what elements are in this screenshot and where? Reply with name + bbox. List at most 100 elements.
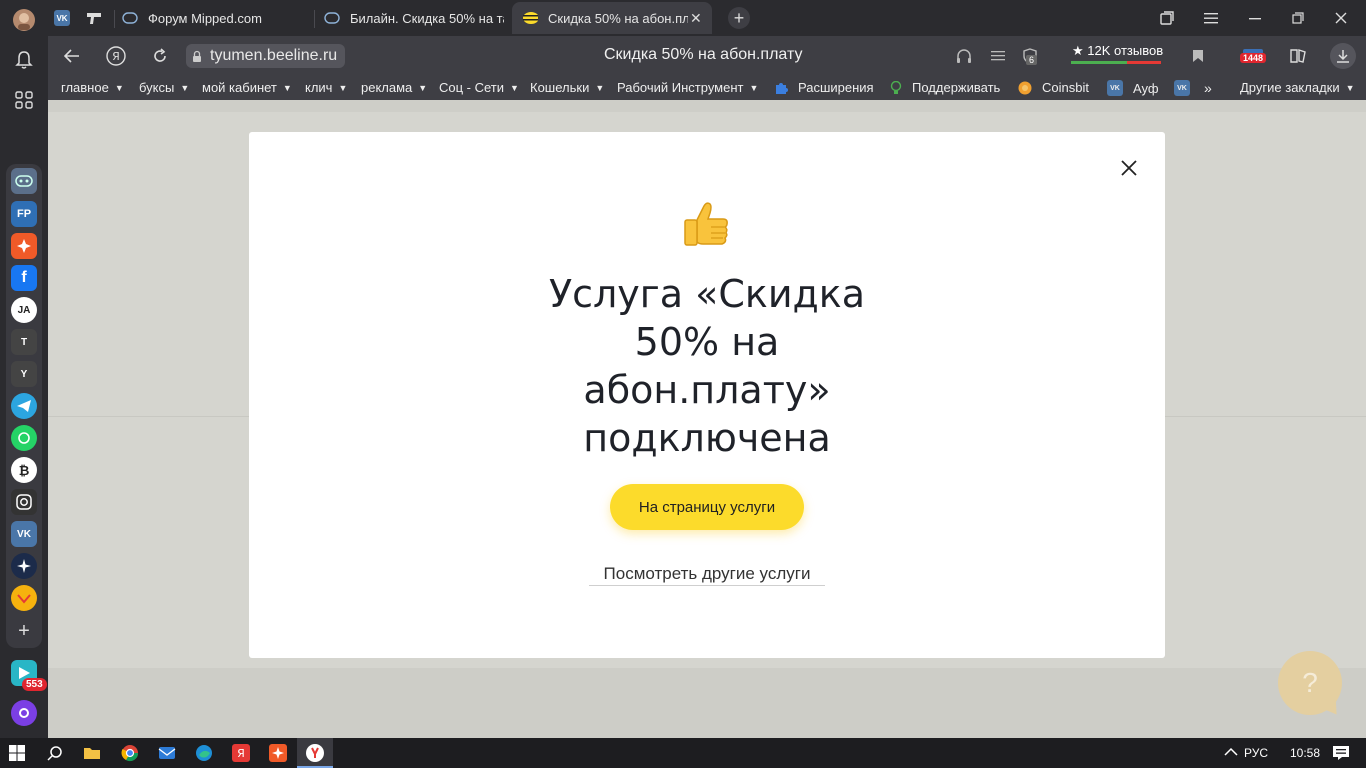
tabs-collections-icon[interactable] <box>1154 6 1180 30</box>
bookmark-extensions[interactable]: Расширения <box>774 80 874 95</box>
yandex-app-icon[interactable]: Я <box>230 742 252 764</box>
page-footer-strip <box>48 668 1366 738</box>
mipped-icon <box>122 10 138 26</box>
beeline-logo-icon <box>522 10 538 26</box>
bookmark-coinsbit[interactable]: Coinsbit <box>1018 80 1089 95</box>
mail-app-icon[interactable] <box>156 742 178 764</box>
language-indicator[interactable]: РУС <box>1244 746 1268 760</box>
address-bar: Я tyumen.beeline.ru Скидка 50% на абон.п… <box>48 36 1366 76</box>
url-text: tyumen.beeline.ru <box>210 47 338 64</box>
bookmark-support[interactable]: Поддерживать <box>890 80 1000 95</box>
svg-text:Я: Я <box>112 50 120 63</box>
reload-icon[interactable] <box>148 44 172 68</box>
success-modal: Услуга «Скидка 50% на абон.плату» подклю… <box>249 132 1165 658</box>
reviews-button[interactable]: ★ 12K отзывов <box>1072 43 1163 59</box>
tab-label: Скидка 50% на абон.пл <box>548 10 688 26</box>
alice-assistant-icon[interactable] <box>11 700 37 726</box>
tab-beeline-1[interactable]: Билайн. Скидка 50% на та <box>324 2 504 34</box>
tab-beeline-active[interactable]: Скидка 50% на абон.пл ✕ <box>512 2 712 34</box>
add-app-icon[interactable]: + <box>11 618 37 644</box>
yandex-browser-taskbar-active[interactable] <box>297 738 333 768</box>
lock-icon <box>192 50 202 63</box>
windows-taskbar: Я РУС 10:58 <box>0 738 1366 768</box>
new-tab-button[interactable]: + <box>728 7 750 29</box>
more-bookmarks-chevron-icon[interactable]: » <box>1204 80 1212 96</box>
bulb-icon <box>890 80 902 95</box>
search-icon[interactable] <box>44 742 66 764</box>
profile-avatar[interactable] <box>12 8 36 32</box>
url-field[interactable]: tyumen.beeline.ru <box>186 44 346 68</box>
bookmark-vk[interactable]: VK <box>1174 80 1190 96</box>
vk-icon: VK <box>1107 80 1123 96</box>
tab-bar: VK Форум Mipped.com Билайн. Скидка 50% н… <box>48 0 1366 36</box>
mipped-icon <box>324 10 340 26</box>
fp-app-icon[interactable]: FP <box>11 201 37 227</box>
facebook-icon[interactable]: f <box>11 265 37 291</box>
rating-bar <box>1071 61 1161 64</box>
svg-text:Я: Я <box>237 747 245 760</box>
modal-title: Услуга «Скидка 50% на абон.плату» подклю… <box>548 272 866 460</box>
zen-app-icon[interactable] <box>11 233 37 259</box>
restore-icon[interactable] <box>1285 6 1311 30</box>
bookmark-folder-moy-kabinet[interactable]: мой кабинет ▼ <box>202 80 292 95</box>
apps-grid-icon[interactable] <box>12 88 36 112</box>
bookmark-folder-glavnoe[interactable]: главное ▼ <box>61 80 124 95</box>
service-page-button[interactable]: На страницу услуги <box>610 484 804 530</box>
y-app-icon[interactable]: Y <box>11 361 37 387</box>
downloads-icon[interactable] <box>1330 43 1356 69</box>
vk-icon[interactable]: VK <box>11 521 37 547</box>
notifications-bell-icon[interactable] <box>12 48 36 72</box>
tab-label: Билайн. Скидка 50% на та <box>350 10 504 26</box>
t-app-icon[interactable]: T <box>11 329 37 355</box>
page-header-strip <box>48 100 1366 112</box>
bookmark-folder-buksy[interactable]: буксы ▼ <box>139 80 189 95</box>
gamepad-icon[interactable] <box>11 168 37 194</box>
tab-close-icon[interactable]: ✕ <box>690 10 702 27</box>
zen-taskbar-icon[interactable] <box>267 742 289 764</box>
clock[interactable]: 10:58 <box>1290 746 1320 760</box>
tab-pinned-2[interactable] <box>86 2 110 34</box>
whatsapp-icon[interactable] <box>11 425 37 451</box>
instagram-icon[interactable] <box>11 489 37 515</box>
question-icon: ? <box>1302 667 1318 698</box>
help-chat-button[interactable]: ? <box>1278 651 1342 715</box>
file-explorer-icon[interactable] <box>81 742 103 764</box>
windows-start-icon[interactable] <box>6 742 28 764</box>
reader-mode-icon[interactable] <box>988 46 1008 66</box>
headphones-icon[interactable] <box>954 46 974 66</box>
edge-icon[interactable] <box>193 742 215 764</box>
ja-app-icon[interactable]: JA <box>11 297 37 323</box>
menu-hamburger-icon[interactable] <box>1198 6 1224 30</box>
collections-icon[interactable] <box>1288 46 1308 66</box>
tab-label: Форум Mipped.com <box>148 10 262 26</box>
minimize-icon[interactable] <box>1242 6 1268 30</box>
other-bookmarks[interactable]: Другие закладки ▼ <box>1240 80 1355 95</box>
shield-count-badge: 6 <box>1026 55 1038 65</box>
back-arrow-icon[interactable] <box>60 44 84 68</box>
coin-icon <box>1018 81 1032 95</box>
star-app-icon[interactable] <box>11 553 37 579</box>
close-icon[interactable] <box>1117 156 1141 180</box>
bookmark-folder-klich[interactable]: клич ▼ <box>305 80 347 95</box>
chrome-icon[interactable] <box>119 742 141 764</box>
page-title: Скидка 50% на абон.плату <box>604 46 803 63</box>
tray-chevron-up-icon[interactable] <box>1224 746 1238 760</box>
bookmark-icon[interactable] <box>1188 46 1208 66</box>
bookmark-folder-reklama[interactable]: реклама ▼ <box>361 80 427 95</box>
tab-mipped[interactable]: Форум Mipped.com <box>122 2 312 34</box>
yandex-logo-icon[interactable]: Я <box>104 44 128 68</box>
bookmark-folder-koshelki[interactable]: Кошельки ▼ <box>530 80 604 95</box>
other-services-link[interactable]: Посмотреть другие услуги <box>589 564 825 586</box>
bookmark-folder-rabochiy[interactable]: Рабочий Инструмент ▼ <box>617 80 758 95</box>
tab-separator <box>314 10 315 28</box>
bookmark-auf[interactable]: VK Ауф <box>1107 80 1159 96</box>
close-window-icon[interactable] <box>1328 6 1354 30</box>
bitcoin-icon[interactable]: ₿ <box>11 457 37 483</box>
bookmark-folder-soc-seti[interactable]: Соц - Сети ▼ <box>439 80 519 95</box>
browser-sidebar: FP f JA T Y ₿ VK + 553 <box>0 0 48 738</box>
notifications-icon[interactable] <box>1332 745 1350 764</box>
bookmarks-bar: главное ▼ буксы ▼ мой кабинет ▼ клич ▼ рекла… <box>48 76 1366 100</box>
tab-vk-pinned[interactable]: VK <box>54 2 78 34</box>
telegram-icon[interactable] <box>11 393 37 419</box>
mail-ru-icon[interactable] <box>11 585 37 611</box>
